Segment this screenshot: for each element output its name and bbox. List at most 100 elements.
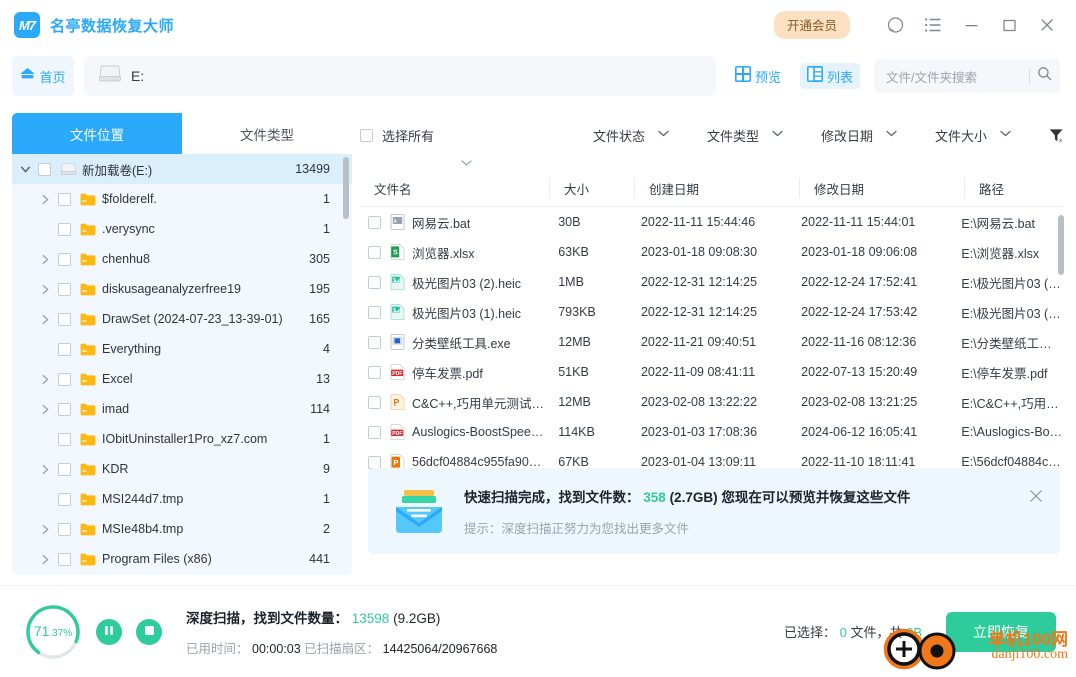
chevron-right-icon[interactable] [32, 404, 58, 415]
search-icon[interactable] [1037, 66, 1052, 86]
column-header-path[interactable]: 路径 [965, 170, 1064, 206]
filter-file-status[interactable]: 文件状态 [593, 126, 669, 145]
row-checkbox[interactable] [368, 215, 381, 229]
tree-item-checkbox[interactable] [58, 462, 71, 476]
tree-item[interactable]: MSIe48b4.tmp 2 [12, 514, 352, 544]
chevron-right-icon[interactable] [32, 194, 58, 205]
tree-item[interactable]: KDR 9 [12, 454, 352, 484]
funnel-clear-icon[interactable]: x [1049, 128, 1064, 143]
table-row[interactable]: S 浏览器.xlsx 63KB 2023-01-18 09:08:30 2023-01-… [360, 237, 1064, 267]
select-all-control[interactable]: 选择所有 [360, 126, 434, 145]
path-input[interactable]: E: [84, 56, 716, 96]
tree-item-checkbox[interactable] [58, 312, 71, 326]
chevron-right-icon[interactable] [32, 554, 58, 565]
vip-upgrade-button[interactable]: 开通会员 [773, 11, 850, 39]
tree-item-checkbox[interactable] [58, 192, 71, 206]
row-checkbox[interactable] [368, 335, 381, 349]
tree-item-checkbox[interactable] [58, 552, 71, 566]
cell-filename: P C&C++,巧用单元测试新... [360, 393, 544, 412]
list-view-button[interactable]: 列表 [800, 63, 861, 89]
minimize-icon[interactable] [956, 10, 986, 40]
chevron-right-icon[interactable] [32, 284, 58, 295]
chevron-right-icon[interactable] [32, 314, 58, 325]
column-header-modified[interactable]: 修改日期 [800, 170, 965, 206]
preview-view-button[interactable]: 预览 [728, 63, 788, 89]
row-checkbox[interactable] [368, 455, 381, 469]
tree-item[interactable]: DrawSet (2024-07-23_13-39-01) 165 [12, 304, 352, 334]
column-header-filename[interactable]: 文件名 [360, 170, 550, 206]
table-row[interactable]: 分类壁纸工具.exe 12MB 2022-11-21 09:40:51 2022-11… [360, 327, 1064, 357]
search-input[interactable]: 文件/文件夹搜索 [874, 59, 1061, 93]
tree-item-checkbox[interactable] [58, 522, 71, 536]
row-checkbox[interactable] [368, 245, 381, 259]
tree-item[interactable]: Excel 13 [12, 364, 352, 394]
menu-icon[interactable] [918, 10, 948, 40]
filter-file-size[interactable]: 文件大小 [935, 126, 1011, 145]
chevron-right-icon[interactable] [32, 464, 58, 475]
notice-close-icon[interactable] [1028, 488, 1044, 508]
tree-item-checkbox[interactable] [58, 282, 71, 296]
filter-modified-date[interactable]: 修改日期 [821, 126, 897, 145]
app-window: M7 名亭数据恢复大师 开通会员 首页 E: 预览 列表 文件/文件夹搜索 文件… [0, 0, 1076, 677]
tree-item-checkbox[interactable] [58, 432, 71, 446]
pause-button[interactable] [96, 618, 122, 645]
tab-file-type[interactable]: 文件类型 [182, 113, 352, 154]
tree-item-checkbox[interactable] [58, 492, 71, 506]
maximize-icon[interactable] [994, 10, 1024, 40]
chevron-right-icon[interactable] [32, 374, 58, 385]
tree-item[interactable]: chenhu8 305 [12, 244, 352, 274]
tree-item[interactable]: Everything 4 [12, 334, 352, 364]
tree-item-checkbox[interactable] [58, 222, 71, 236]
table-row[interactable]: 极光图片03 (1).heic 793KB 2022-12-31 12:14:25 2… [360, 297, 1064, 327]
table-row[interactable]: 极光图片03 (2).heic 1MB 2022-12-31 12:14:25 202… [360, 267, 1064, 297]
tree-item[interactable]: diskusageanalyzerfree19 195 [12, 274, 352, 304]
tree-item-checkbox[interactable] [58, 342, 71, 356]
tab-file-location[interactable]: 文件位置 [12, 113, 182, 154]
tree-item[interactable]: IObitUninstaller1Pro_xz7.com 1 [12, 424, 352, 454]
tree-item[interactable]: imad 114 [12, 394, 352, 424]
cell-modified: 2022-12-24 17:52:41 [801, 275, 918, 289]
row-checkbox[interactable] [368, 365, 381, 379]
chevron-down-icon [772, 130, 783, 140]
filter-file-type[interactable]: 文件类型 [707, 126, 783, 145]
close-icon[interactable] [1032, 10, 1062, 40]
folder-icon [80, 223, 96, 236]
tree-item[interactable]: Program Files (x86) 441 [12, 544, 352, 574]
tree-item-label: MSIe48b4.tmp [102, 522, 184, 536]
row-checkbox[interactable] [368, 275, 381, 289]
tree-item-checkbox[interactable] [38, 162, 51, 176]
tree-item-count: 1 [323, 432, 330, 446]
svg-text:S: S [393, 249, 398, 256]
chevron-right-icon[interactable] [32, 254, 58, 265]
table-row[interactable]: P C&C++,巧用单元测试新... 12MB 2023-02-08 13:22:22… [360, 387, 1064, 417]
tree-item[interactable]: .verysync 1 [12, 214, 352, 244]
headset-icon[interactable] [880, 10, 910, 40]
row-checkbox[interactable] [368, 305, 381, 319]
chevron-down-icon[interactable] [12, 165, 38, 174]
chevron-right-icon[interactable] [32, 524, 58, 535]
table-row[interactable]: PDF 停车发票.pdf 51KB 2022-11-09 08:41:11 2022-0… [360, 357, 1064, 387]
tree-item-count: 1 [323, 222, 330, 236]
column-header-size[interactable]: 大小 [550, 170, 635, 206]
recover-now-button[interactable]: 立即恢复 [946, 611, 1056, 652]
cell-modified: 2022-07-13 15:20:49 [801, 365, 918, 379]
column-header-created[interactable]: 创建日期 [635, 170, 800, 206]
svg-text:PDF: PDF [392, 371, 402, 377]
table-row[interactable]: 网易云.bat 30B 2022-11-11 15:44:46 2022-11-11 … [360, 207, 1064, 237]
scan-size: (9.2GB) [393, 610, 441, 626]
home-button[interactable]: 首页 [12, 56, 74, 96]
select-all-checkbox[interactable] [360, 128, 373, 142]
sort-indicator-icon[interactable] [461, 158, 472, 168]
sidebar-scrollbar[interactable] [343, 157, 349, 219]
file-list-scrollbar[interactable] [1058, 215, 1064, 275]
tree-item[interactable]: $folderelf. 1 [12, 184, 352, 214]
tree-item-checkbox[interactable] [58, 402, 71, 416]
stop-button[interactable] [136, 618, 162, 645]
tree-item-checkbox[interactable] [58, 372, 71, 386]
tree-item-checkbox[interactable] [58, 252, 71, 266]
tree-item[interactable]: MSI244d7.tmp 1 [12, 484, 352, 514]
row-checkbox[interactable] [368, 425, 381, 439]
table-row[interactable]: PDF Auslogics-BoostSpeed-... 114KB 2023-01-… [360, 417, 1064, 447]
tree-item[interactable]: 新加载卷(E:) 13499 [12, 154, 352, 184]
row-checkbox[interactable] [368, 395, 381, 409]
